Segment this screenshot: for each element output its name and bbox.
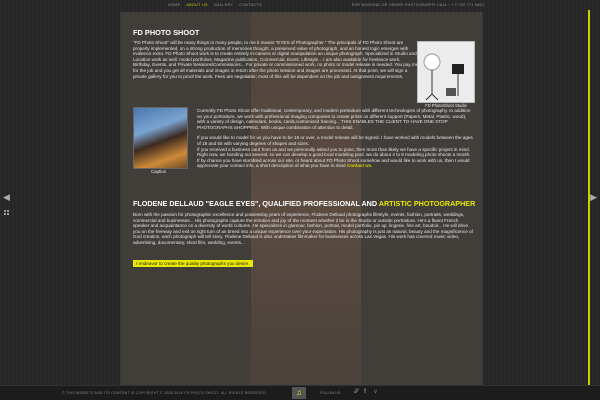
follow-us-label: FOLLOW US: bbox=[320, 391, 341, 395]
studio-photo bbox=[417, 41, 475, 103]
nav-item-contacts[interactable]: CONTACTS bbox=[239, 3, 262, 7]
prev-arrow-icon[interactable]: ◀ bbox=[3, 193, 10, 202]
business-card-paragraph: If you received a business card from us … bbox=[197, 146, 471, 158]
section-title-fd-photo-shoot: FD PHOTO SHOOT bbox=[133, 28, 200, 37]
twitter-icon[interactable]: 𝓣 bbox=[354, 389, 359, 396]
contact-text: If by chance you have stumbled across ou… bbox=[197, 157, 470, 169]
facebook-icon[interactable]: f bbox=[364, 389, 366, 395]
contact-paragraph: If by chance you have stumbled across ou… bbox=[197, 158, 475, 169]
photographer-portrait bbox=[133, 107, 188, 169]
quote-highlight: I endeavor to create the quality photogr… bbox=[133, 260, 253, 267]
services-text: Currently FD Photo Shoot offer tradition… bbox=[197, 108, 475, 169]
grid-icon[interactable] bbox=[4, 210, 10, 216]
footer: © THIS WEBSITE AND ITS CONTENT IS COPYRI… bbox=[0, 385, 600, 400]
bio-paragraph: Born with the passion for photographic e… bbox=[133, 212, 473, 245]
content-panel: FD PHOTO SHOOT "FD Photo Shoot" will be … bbox=[120, 12, 483, 388]
title-accent: ARTISTIC PHOTOGRAPHER bbox=[378, 199, 476, 208]
nav-item-home[interactable]: HOME bbox=[168, 3, 180, 7]
booking-info: FOR BOOKING OR ORDER PHOTOGRAPHY CALL : … bbox=[351, 3, 484, 7]
top-nav: HOME ABOUT US GALLERY CONTACTS bbox=[168, 3, 262, 7]
title-main: FLODENE DELLAUD "EAGLE EYES", QUALIFIED … bbox=[133, 199, 379, 208]
scroll-indicator[interactable] bbox=[588, 10, 590, 388]
services-paragraph: Currently FD Photo Shoot offer tradition… bbox=[197, 108, 471, 130]
music-note-icon[interactable]: ♫ bbox=[292, 387, 306, 399]
contact-us-link[interactable]: Contact Us. bbox=[347, 163, 373, 168]
nav-item-gallery[interactable]: GALLERY bbox=[214, 3, 233, 7]
intro-paragraph: "FD Photo Shoot" will be many things to … bbox=[133, 40, 419, 79]
model-requirements-paragraph: If you would like to model for us you ha… bbox=[197, 135, 473, 146]
copyright-text: © THIS WEBSITE AND ITS CONTENT IS COPYRI… bbox=[62, 391, 267, 395]
portrait-caption: Caption bbox=[151, 169, 167, 174]
next-arrow-icon[interactable]: ▶ bbox=[590, 193, 597, 202]
vimeo-icon[interactable]: v bbox=[374, 389, 377, 395]
nav-item-about-us[interactable]: ABOUT US bbox=[186, 3, 208, 7]
page-background: HOME ABOUT US GALLERY CONTACTS FOR BOOKI… bbox=[0, 0, 600, 400]
section-title-photographer: FLODENE DELLAUD "EAGLE EYES", QUALIFIED … bbox=[133, 199, 475, 208]
